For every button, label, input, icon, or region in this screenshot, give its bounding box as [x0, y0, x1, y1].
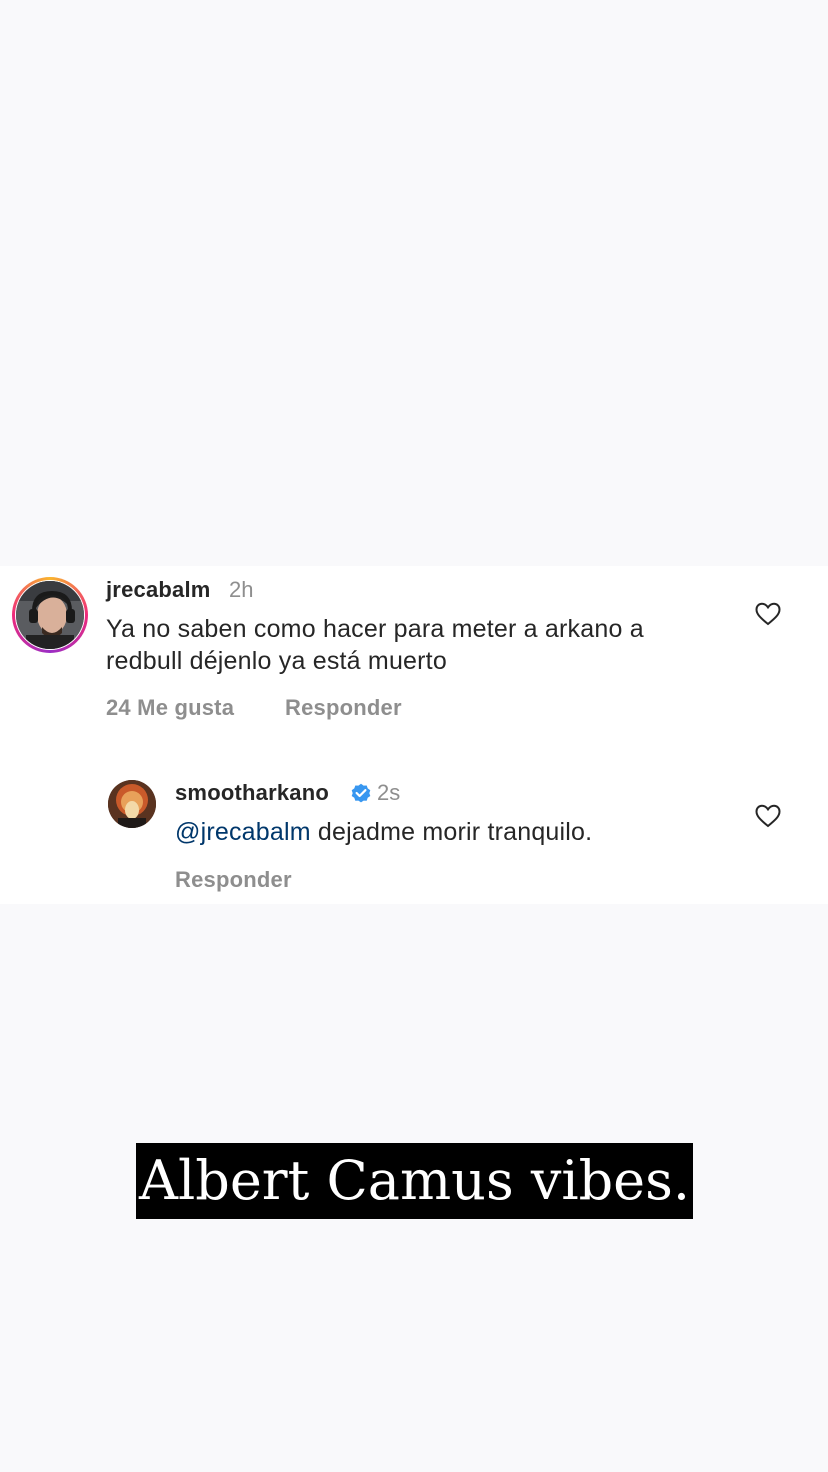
heart-outline-icon[interactable] — [755, 602, 781, 626]
comment-time: 2h — [229, 577, 254, 602]
story-ring[interactable] — [12, 577, 88, 653]
reply-button[interactable]: Responder — [175, 867, 292, 893]
verified-badge-icon — [351, 783, 371, 803]
likes-count[interactable]: 24 Me gusta — [106, 695, 234, 721]
mention-link[interactable]: @jrecabalm — [175, 818, 311, 846]
reply-time: 2s — [377, 780, 401, 805]
reply-text: @jrecabalm dejadme morir tranquilo. — [175, 816, 592, 848]
reply-button[interactable]: Responder — [285, 695, 402, 721]
heart-outline-icon[interactable] — [755, 804, 781, 828]
comment-username[interactable]: jrecabalm — [106, 577, 211, 603]
comment-text-line-2: redbull déjenlo ya está muerto — [106, 647, 447, 675]
story-caption: Albert Camus vibes. — [136, 1143, 693, 1219]
reply-text-body: dejadme morir tranquilo. — [317, 818, 593, 846]
reply-username[interactable]: smootharkano — [175, 780, 329, 806]
comment-text-line-1: Ya no saben como hacer para meter a arka… — [106, 615, 644, 643]
user-avatar-icon[interactable] — [108, 780, 156, 828]
user-avatar-icon — [16, 581, 84, 649]
